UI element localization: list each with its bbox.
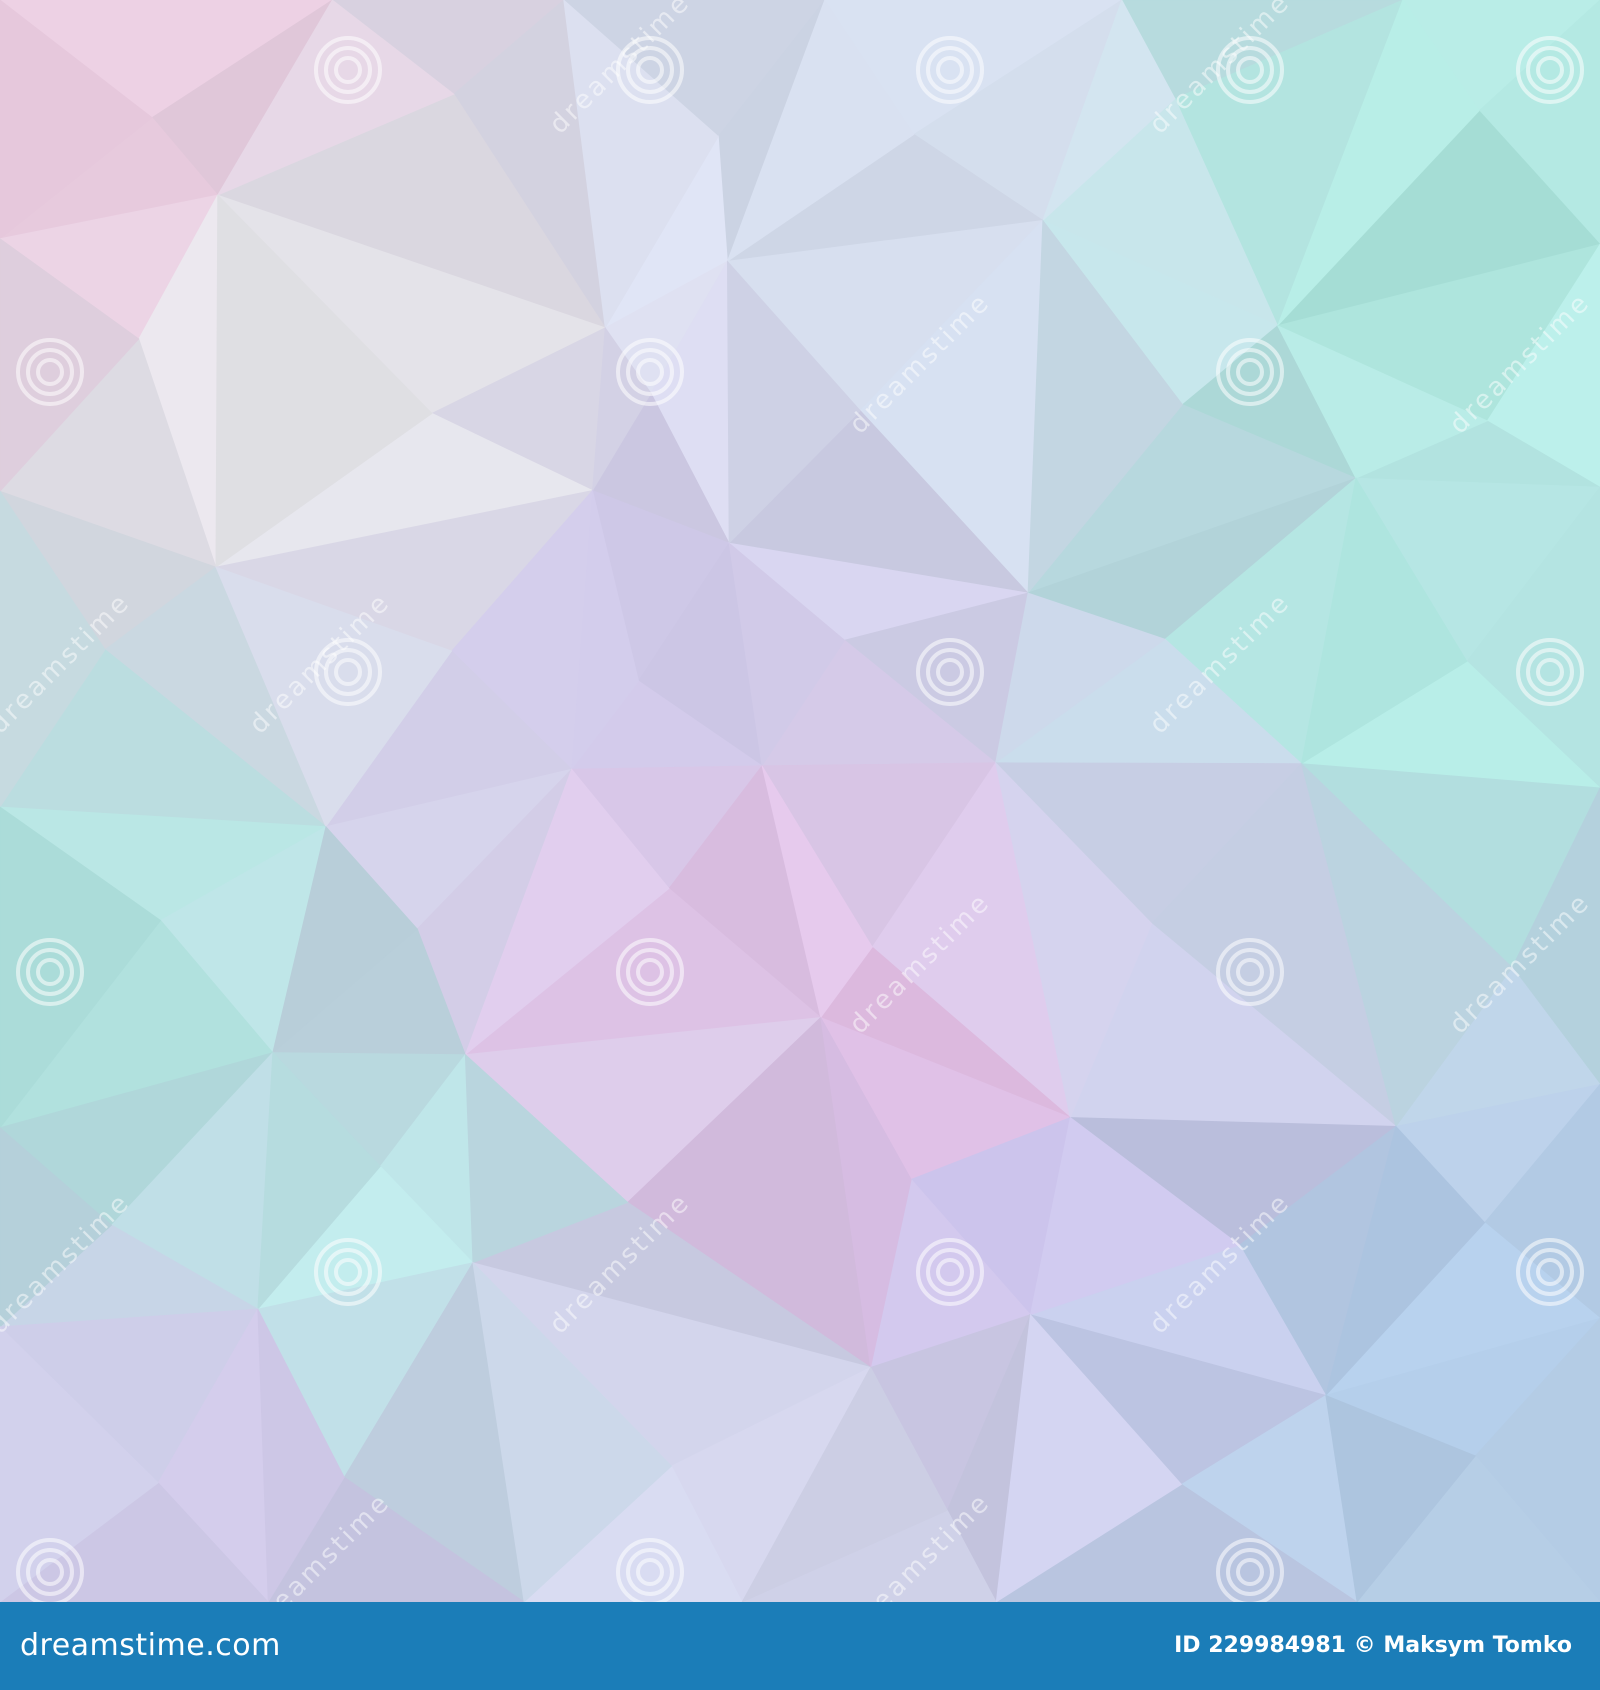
copyright-symbol: ©: [1353, 1633, 1376, 1658]
low-poly-background: dreamstime dreamstime dreamstime dreamstime…: [0, 0, 1600, 1602]
image-id: ID 229984981: [1174, 1633, 1346, 1658]
footer-bar: dreamstime.com ID 229984981 © Maksym Tom…: [0, 1602, 1600, 1690]
site-logo-text: dreamstime.com: [20, 1628, 281, 1663]
author-name: Maksym Tomko: [1383, 1633, 1572, 1658]
low-poly-triangles: dreamstime dreamstimedreamstime dreamstime…: [0, 0, 1600, 1602]
stock-image-page: dreamstime dreamstime dreamstime dreamstime…: [0, 0, 1600, 1690]
image-credit: ID 229984981 © Maksym Tomko: [1174, 1602, 1572, 1690]
